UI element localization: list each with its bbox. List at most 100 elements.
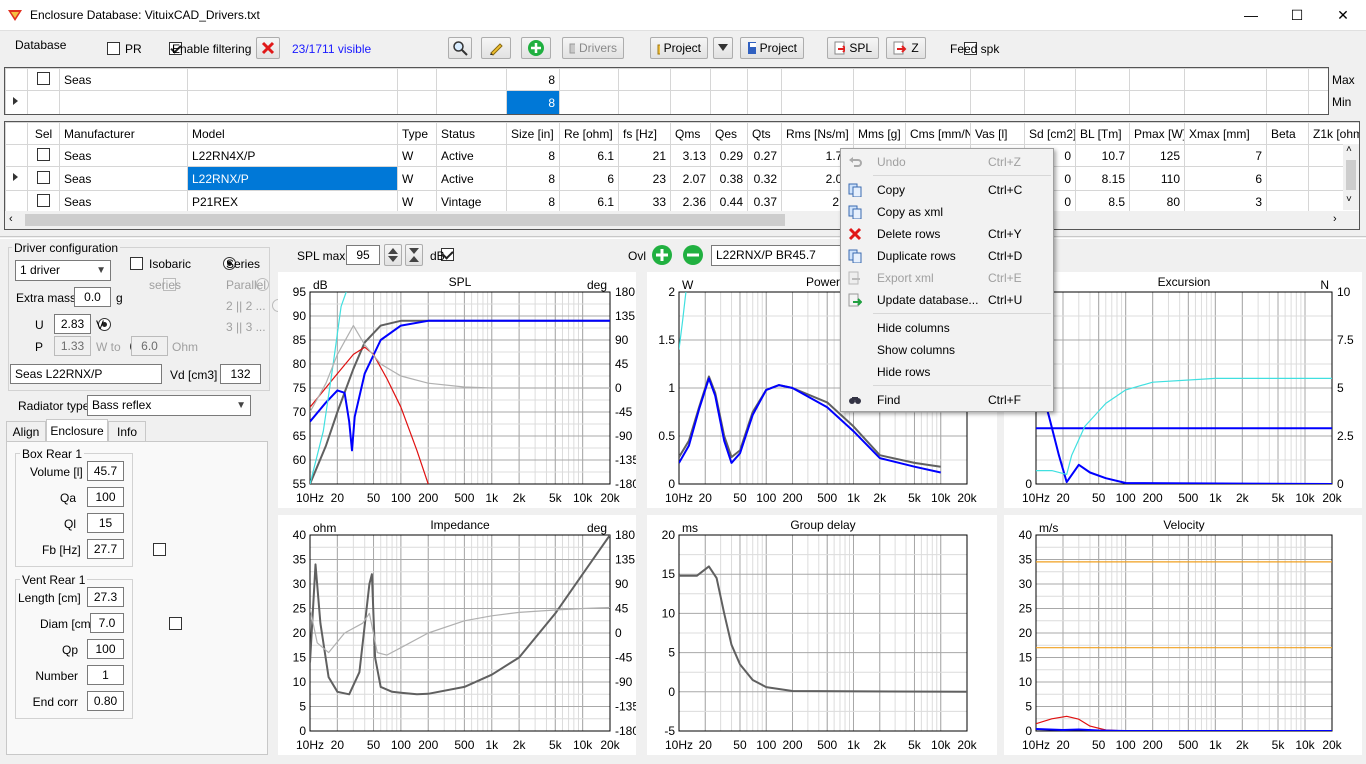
cell-sel[interactable] [27,166,60,191]
add-overlay-button[interactable] [651,244,677,266]
fb-checkbox[interactable] [152,543,166,556]
splitter[interactable] [0,236,1366,239]
filter-cell[interactable] [1075,68,1130,91]
cell-qms[interactable]: 3.13 [670,144,711,167]
filter-cell[interactable] [1308,68,1328,91]
filter-cell[interactable] [436,68,507,91]
cell-size[interactable]: 8 [506,190,560,213]
filter-size-cell[interactable]: 8 [506,68,560,91]
filter-cell[interactable] [187,90,398,114]
filter-size-cell[interactable]: 8 [506,90,560,114]
column-header-vas[interactable]: Vas [l] [970,122,1025,145]
cell-sel[interactable] [27,144,60,167]
close-button[interactable]: ✕ [1320,0,1366,31]
driver-count-combo[interactable]: 1 driver ▼ [15,260,111,281]
cell-beta[interactable] [1266,144,1309,167]
qp-input[interactable]: 100 [87,639,124,659]
cell-fs[interactable]: 33 [618,190,671,213]
column-header-qes[interactable]: Qes [710,122,748,145]
column-header-fs[interactable]: fs [Hz] [618,122,671,145]
column-header-rms[interactable]: Rms [Ns/m] [781,122,854,145]
maximize-button[interactable]: ☐ [1274,0,1320,31]
filter-cell[interactable] [618,68,671,91]
filter-manufacturer-cell[interactable]: Seas [59,68,188,91]
cell-bl[interactable]: 10.7 [1075,144,1130,167]
filter-cell[interactable] [970,90,1025,114]
cell-qes[interactable]: 0.38 [710,166,748,191]
spl-max-input[interactable]: 95 [346,245,380,265]
cell-qes[interactable]: 0.44 [710,190,748,213]
filter-cell[interactable] [1266,90,1309,114]
filter-cell[interactable] [747,68,782,91]
scroll-right-icon[interactable]: › [1333,213,1337,225]
row-select-checkbox[interactable] [37,147,50,161]
volume-input[interactable]: 45.7 [87,461,124,481]
column-header-bl[interactable]: BL [Tm] [1075,122,1130,145]
add-driver-button[interactable] [521,37,551,59]
column-header-qms[interactable]: Qms [670,122,711,145]
power-ohm-input[interactable]: 6.0 [131,336,168,356]
menu-item-hide-columns[interactable]: Hide columns [841,317,1053,339]
power-input[interactable]: 1.33 [54,336,91,356]
filter-cell[interactable] [670,90,711,114]
column-header-sd[interactable]: Sd [cm2] [1024,122,1076,145]
column-header-xmax[interactable]: Xmax [mm] [1184,122,1267,145]
tab-enclosure[interactable]: Enclosure [46,419,108,442]
pr-checkbox[interactable] [107,42,120,55]
cell-xmax[interactable]: 7 [1184,144,1267,167]
row-header[interactable] [5,144,28,167]
chart-group-delay[interactable]: Group delay ms 10Hz 20 50 100 200 500 1k 2k 5k 10k 2… [647,515,997,755]
cell-pmax[interactable]: 80 [1129,190,1185,213]
column-header-re[interactable]: Re [ohm] [559,122,619,145]
chart-excursion[interactable]: ExcursionN10Hz20501002005001k2k5k10k20k1… [1004,272,1362,508]
mixed-2-radio[interactable] [272,299,286,312]
row-header[interactable] [5,90,28,114]
filter-cell[interactable] [1024,90,1076,114]
scrollbar-thumb[interactable] [25,214,785,226]
isobaric-checkbox[interactable] [130,257,143,270]
corner-header[interactable] [5,122,28,145]
scroll-down-icon[interactable]: ˅ [1346,194,1352,205]
driver-name-field[interactable]: Seas L22RNX/P [10,364,162,384]
open-project-button[interactable]: Project [650,37,708,59]
chart-impedance[interactable]: Impedance ohm deg 10Hz 20 50 100 200 500 1k 2k 5k 10… [278,515,639,755]
filter-cell[interactable] [559,90,619,114]
cell-pmax[interactable]: 110 [1129,166,1185,191]
menu-item-delete-rows[interactable]: Delete rows Ctrl+Y [841,223,1053,245]
filter-cell[interactable] [397,68,437,91]
cell-type[interactable]: W [397,166,437,191]
filter-cell[interactable] [1308,90,1328,114]
tab-align[interactable]: Align [6,421,46,441]
filter-sel-checkbox[interactable] [37,71,50,85]
filter-cell[interactable] [559,68,619,91]
menu-item-duplicate-rows[interactable]: Duplicate rows Ctrl+D [841,245,1053,267]
save-project-button[interactable]: Project [740,37,804,59]
cell-beta[interactable] [1266,190,1309,213]
menu-item-copy-as-xml[interactable]: Copy as xml [841,201,1053,223]
cell-re[interactable]: 6 [559,166,619,191]
column-header-beta[interactable]: Beta [1266,122,1309,145]
chart-spl[interactable]: SPL dB deg 10Hz 20 50 100 200 500 1k 2k 5k 10k 20k 95 9… [278,272,639,508]
cell-model[interactable]: P21REX [187,190,398,213]
remove-overlay-button[interactable] [682,244,708,266]
column-header-qts[interactable]: Qts [747,122,782,145]
menu-item-update-database[interactable]: Update database... Ctrl+U [841,289,1053,311]
spl-spin-button[interactable] [384,244,402,266]
filter-cell[interactable] [1184,90,1267,114]
chart-velocity[interactable]: Velocity m/s 10Hz 20 50 100 200 500 1k 2k 5k 10k 20k… [1004,515,1362,755]
cell-xmax[interactable]: 6 [1184,166,1267,191]
cell-type[interactable]: W [397,144,437,167]
filter-cell[interactable] [970,68,1025,91]
filter-cell[interactable] [710,68,748,91]
vertical-scrollbar[interactable]: ˄ ˅ [1343,144,1359,210]
row-header[interactable] [5,190,28,213]
filter-sel-cell[interactable] [27,68,60,91]
cell-re[interactable]: 6.1 [559,144,619,167]
cell-xmax[interactable]: 3 [1184,190,1267,213]
filter-cell[interactable] [781,90,854,114]
row-header[interactable] [5,166,28,191]
edit-button[interactable] [481,37,511,59]
number-input[interactable]: 1 [87,665,124,685]
cell-beta[interactable] [1266,166,1309,191]
cell-fs[interactable]: 23 [618,166,671,191]
